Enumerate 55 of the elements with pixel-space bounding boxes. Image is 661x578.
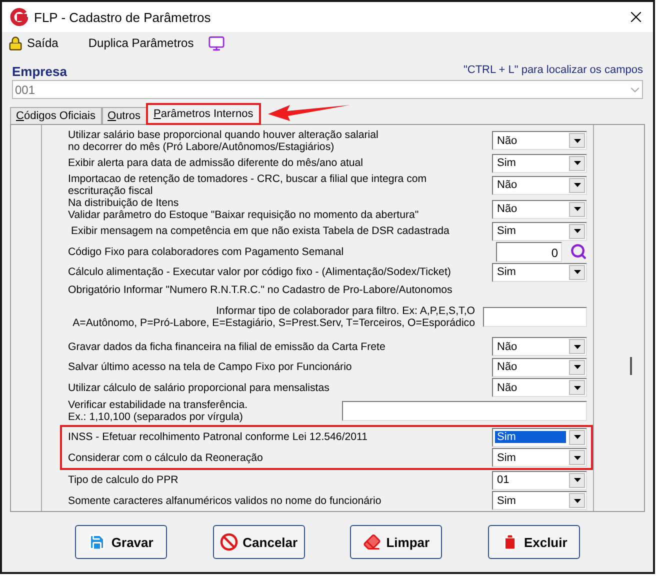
lock-icon xyxy=(8,36,23,50)
select-field[interactable]: Sim xyxy=(492,222,587,241)
select-field[interactable]: 01 xyxy=(492,470,587,490)
action-button[interactable]: Gravar xyxy=(74,525,167,559)
monitor-icon xyxy=(208,34,225,52)
trash-icon xyxy=(500,533,519,551)
tab[interactable]: Parâmetros Internos xyxy=(146,104,260,124)
action-button[interactable]: Cancelar xyxy=(212,525,305,559)
select-field[interactable]: Sim xyxy=(492,428,587,447)
parameter-label: Código Fixo para colaboradores com Pagamento Semanal xyxy=(68,246,345,258)
action-button[interactable]: Excluir xyxy=(488,525,580,559)
search-icon[interactable] xyxy=(570,243,587,260)
select-field[interactable]: Não xyxy=(492,131,587,150)
parameter-label: Exibir mensagem na competência em que não exista Tabela de DSR cadastrada xyxy=(70,225,450,238)
select-field[interactable]: Não xyxy=(492,176,587,195)
select-field[interactable]: Sim xyxy=(492,491,587,510)
scrollbar-thumb[interactable] xyxy=(630,357,632,375)
input-field[interactable]: 0 xyxy=(496,242,562,262)
tab[interactable]: Códigos Oficiais xyxy=(10,107,102,124)
hint-text: "CTRL + L" para localizar os campos xyxy=(463,64,643,78)
select-field[interactable]: Não xyxy=(492,337,587,356)
parameter-label: Exibir alerta para data de admissão diferente do mês/ano atual xyxy=(68,157,364,170)
parameter-label: Gravar dados da ficha financeira na filial de emissão da Carta Frete xyxy=(68,340,386,353)
parameter-label: Salvar último acesso na tela de Campo Fixo por Funcionário xyxy=(68,361,353,374)
parameter-label: Somente caracteres alfanuméricos validos no nome do funcionário xyxy=(68,494,382,507)
parameter-label: Informar tipo de colaborador para filtro. Ex: A,P,E,S,T,O A=Autônomo, P=Pró-Labore, E=Estagiário, S=Prest.Serv, T=Terceiros, O=Esporádico xyxy=(72,305,475,330)
select-field[interactable]: Não xyxy=(492,358,587,377)
parameter-label: Importacao de retenção de tomadores - CRC, buscar a filial que integra com escrituração fiscal xyxy=(68,173,428,198)
parameter-label: Utilizar salário base proporcional quando houver alteração salarial no decorrer do mês (Pró Labore/Autônomos/Estagiários) xyxy=(68,128,380,153)
select-field[interactable]: Não xyxy=(492,200,587,219)
select-field[interactable]: Sim xyxy=(492,448,587,468)
parameter-label: INSS - Efetuar recolhimento Patronal conforme Lei 12.546/2011 xyxy=(68,431,369,444)
parameter-label: Utilizar cálculo de salário proporcional para mensalistas xyxy=(68,382,330,394)
parameter-label: Considerar com o cálculo da Reoneração xyxy=(68,452,264,464)
action-button[interactable]: Limpar xyxy=(350,525,442,559)
save-icon xyxy=(88,533,106,551)
input-field[interactable] xyxy=(342,401,587,422)
select-field[interactable]: Sim xyxy=(492,154,587,173)
window-title: FLP - Cadastro de Parâmetros xyxy=(34,10,212,24)
toolbar-item[interactable]: Saída xyxy=(8,36,58,50)
parameter-label: Tipo de calculo do PPR xyxy=(68,474,180,486)
parameter-label: Verificar estabilidade na transferência. Ex.: 1,10,100 (separados por vírgula) xyxy=(68,399,249,424)
tab[interactable]: Outros xyxy=(102,107,147,124)
input-field[interactable] xyxy=(483,307,587,328)
toolbar-item[interactable]: Duplica Parâmetros xyxy=(88,34,225,52)
field-label: Empresa xyxy=(12,64,67,79)
cancel-icon xyxy=(220,533,238,551)
select-field[interactable]: Não xyxy=(492,378,587,398)
parameter-label: Obrigatório Informar "Numero R.N.T.R.C." no Cadastro de Pro-Labore/Autonomos xyxy=(68,284,454,296)
eraser-icon xyxy=(363,533,382,551)
select-field[interactable]: Sim xyxy=(492,262,587,282)
logo-icon xyxy=(10,8,28,26)
company-combo[interactable]: 001 xyxy=(12,80,643,99)
parameter-label: Na distribuição de Itens Validar parâmetro do Estoque "Baixar requisição no momento da abertura" xyxy=(68,197,420,222)
parameter-label: Cálculo alimentação - Executar valor por código fixo - (Alimentação/Sodex/Ticket) xyxy=(68,266,452,278)
